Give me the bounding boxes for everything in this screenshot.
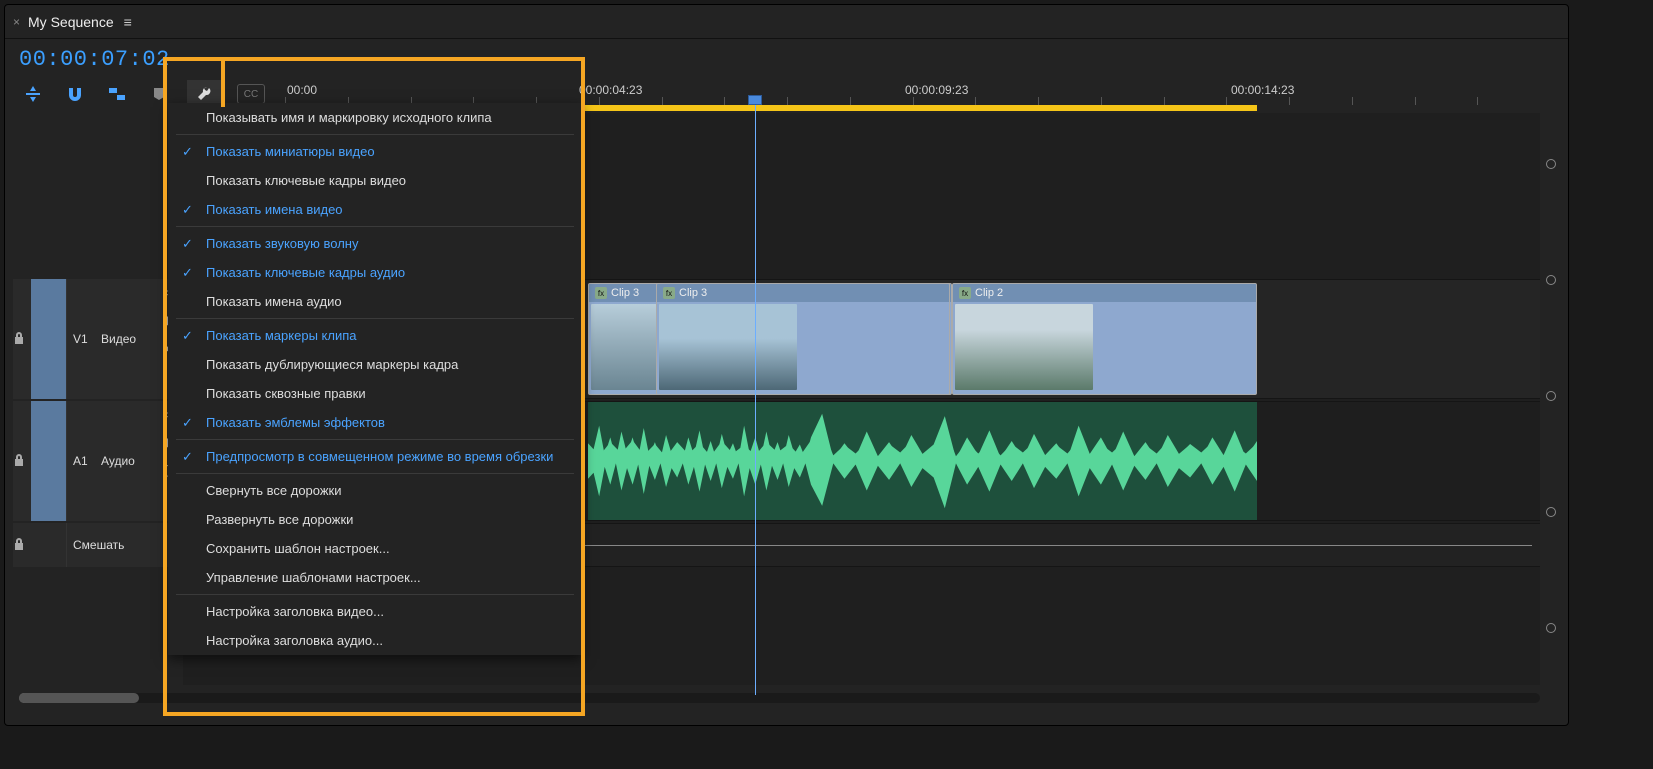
clip-thumbnail bbox=[955, 304, 1093, 390]
track-indicator-icon[interactable] bbox=[1546, 623, 1556, 633]
track-name: Видео bbox=[101, 332, 136, 346]
sequence-nest-icon[interactable] bbox=[19, 84, 47, 104]
menu-separator bbox=[176, 226, 574, 227]
menu-item[interactable]: Сохранить шаблон настроек... bbox=[168, 534, 582, 563]
snap-magnet-icon[interactable] bbox=[61, 84, 89, 104]
clip-thumbnail bbox=[659, 304, 797, 390]
linked-selection-icon[interactable] bbox=[103, 84, 131, 104]
ruler-tick: 00:00:14:23 bbox=[1231, 83, 1294, 97]
audio-clip[interactable] bbox=[588, 402, 1257, 520]
menu-item[interactable]: Предпросмотр в совмещенном режиме во вре… bbox=[168, 442, 582, 471]
ruler-tick: 00:00:09:23 bbox=[905, 83, 968, 97]
menu-item[interactable]: Показать сквозные правки bbox=[168, 379, 582, 408]
menu-item[interactable]: Показать ключевые кадры видео bbox=[168, 166, 582, 195]
current-timecode[interactable]: 00:00:07:02 bbox=[19, 47, 170, 72]
horizontal-scrollbar[interactable] bbox=[19, 693, 1540, 703]
fx-badge-icon: fx bbox=[959, 287, 971, 299]
fx-badge-icon: fx bbox=[663, 287, 675, 299]
menu-item[interactable]: Развернуть все дорожки bbox=[168, 505, 582, 534]
sequence-tab-title[interactable]: My Sequence bbox=[28, 14, 114, 30]
track-name: Смешать bbox=[73, 538, 124, 552]
track-target-toggle[interactable] bbox=[31, 523, 67, 567]
menu-item[interactable]: Свернуть все дорожки bbox=[168, 476, 582, 505]
track-name: Аудио bbox=[101, 454, 135, 468]
track-indicator-icon[interactable] bbox=[1546, 275, 1556, 285]
menu-item[interactable]: Показать ключевые кадры аудио bbox=[168, 258, 582, 287]
fx-badge-icon: fx bbox=[595, 287, 607, 299]
menu-item[interactable]: Показать имена видео bbox=[168, 195, 582, 224]
menu-item[interactable]: Показывать имя и маркировку исходного кл… bbox=[168, 103, 582, 132]
mix-track-header[interactable]: Смешать bbox=[13, 523, 183, 567]
ruler-tick: 00:00:04:23 bbox=[579, 83, 642, 97]
marker-icon[interactable] bbox=[145, 84, 173, 104]
closed-captions-icon[interactable]: CC bbox=[237, 84, 265, 104]
lock-icon[interactable] bbox=[13, 537, 31, 554]
track-headers: V1 Видео ▭ ◆ ◂ A1 Аудио ▭ ◆ ◯ bbox=[13, 113, 183, 685]
video-clip[interactable]: fx Clip 3 bbox=[656, 283, 950, 395]
track-target-toggle[interactable] bbox=[31, 401, 67, 521]
scrollbar-thumb[interactable] bbox=[19, 693, 139, 703]
menu-item[interactable]: Управление шаблонами настроек... bbox=[168, 563, 582, 592]
lock-icon[interactable] bbox=[13, 453, 31, 470]
playhead[interactable] bbox=[748, 95, 762, 105]
clip-header: fx Clip 3 bbox=[657, 284, 949, 302]
clip-header: fx Clip 2 bbox=[953, 284, 1256, 302]
menu-item[interactable]: Показать эмблемы эффектов bbox=[168, 408, 582, 437]
menu-item[interactable]: Показать миниатюры видео bbox=[168, 137, 582, 166]
clip-name: Clip 2 bbox=[975, 287, 1003, 299]
track-indicator-icon[interactable] bbox=[1546, 159, 1556, 169]
track-indicator-icon[interactable] bbox=[1546, 507, 1556, 517]
panel-menu-icon[interactable]: ≡ bbox=[124, 14, 132, 30]
menu-separator bbox=[176, 318, 574, 319]
track-id: A1 bbox=[73, 454, 101, 468]
timeline-settings-menu: Показывать имя и маркировку исходного кл… bbox=[168, 103, 582, 655]
track-id: V1 bbox=[73, 332, 101, 346]
tab-bar: × My Sequence ≡ bbox=[5, 5, 1568, 39]
lock-icon[interactable] bbox=[13, 331, 31, 348]
menu-item[interactable]: Показать дублирующиеся маркеры кадра bbox=[168, 350, 582, 379]
menu-separator bbox=[176, 134, 574, 135]
playhead-line bbox=[755, 105, 756, 695]
menu-separator bbox=[176, 594, 574, 595]
clip-name: Clip 3 bbox=[679, 287, 707, 299]
timecode-row: 00:00:07:02 bbox=[5, 39, 1568, 77]
menu-item[interactable]: Показать имена аудио bbox=[168, 287, 582, 316]
audio-track-header[interactable]: A1 Аудио ▭ ◆ ◯ bbox=[13, 401, 183, 521]
menu-separator bbox=[176, 439, 574, 440]
track-markers-column bbox=[1544, 159, 1558, 633]
menu-item[interactable]: Показать маркеры клипа bbox=[168, 321, 582, 350]
video-clip[interactable]: fx Clip 2 bbox=[952, 283, 1257, 395]
menu-item[interactable]: Показать звуковую волну bbox=[168, 229, 582, 258]
tab-close-button[interactable]: × bbox=[13, 15, 20, 29]
clip-name: Clip 3 bbox=[611, 287, 639, 299]
menu-item[interactable]: Настройка заголовка видео... bbox=[168, 597, 582, 626]
video-track-header[interactable]: V1 Видео ▭ ◆ ◂ bbox=[13, 279, 183, 399]
menu-item[interactable]: Настройка заголовка аудио... bbox=[168, 626, 582, 655]
ruler-tick: 00:00 bbox=[287, 83, 317, 97]
menu-separator bbox=[176, 473, 574, 474]
waveform-icon bbox=[588, 402, 1257, 520]
playhead-indicator-icon[interactable] bbox=[748, 95, 762, 105]
track-indicator-icon[interactable] bbox=[1546, 391, 1556, 401]
track-target-toggle[interactable] bbox=[31, 279, 67, 399]
